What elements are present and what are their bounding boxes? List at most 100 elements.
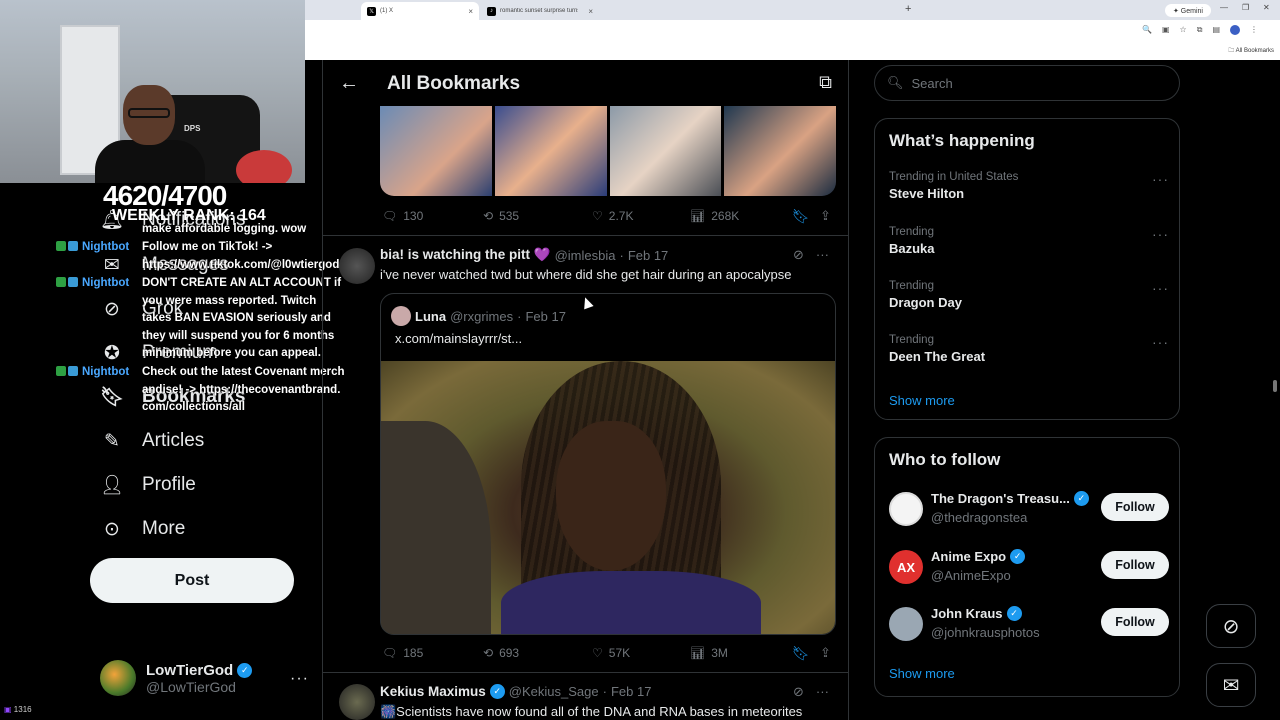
browser-tab-tiktok[interactable]: ♪ romantic sunset surprise turns... × — [481, 2, 599, 20]
trend-item[interactable]: Trending Deen The Great ··· — [889, 334, 1169, 364]
menu-icon[interactable]: ⋮ — [1250, 25, 1258, 35]
more-icon[interactable]: ··· — [816, 684, 829, 700]
chat-message: Nightbot Check out the latest Covenant m… — [56, 364, 346, 434]
toolbar-icons: 🔍 ▣ ☆ ⧉ ▤ ⋮ — [1142, 25, 1258, 35]
show-more-link[interactable]: Show more — [889, 666, 955, 681]
account-switcher[interactable]: LowTierGod ✓ @LowTierGod ··· — [100, 660, 308, 696]
tweet-media[interactable] — [380, 106, 836, 196]
verified-icon: ✓ — [1010, 549, 1026, 564]
verified-icon: ✓ — [237, 662, 253, 678]
more-icon[interactable]: ··· — [1152, 226, 1169, 242]
share-icon[interactable]: ⇪ — [820, 208, 831, 224]
like-button[interactable]: ♡ 57K — [592, 646, 630, 660]
bot-badge-icon — [68, 241, 78, 251]
media-image[interactable] — [724, 106, 836, 196]
mod-badge-icon — [56, 241, 66, 251]
more-circle-icon: ⊙ — [104, 518, 120, 540]
reply-icon: 🗨︎ — [382, 646, 398, 660]
back-arrow-icon[interactable]: ← — [339, 72, 359, 95]
divider — [323, 235, 848, 236]
avatar — [100, 660, 136, 696]
views-icon: 📊︎ — [690, 209, 706, 223]
zoom-icon[interactable]: 🔍 — [1142, 25, 1152, 35]
more-icon[interactable]: ··· — [816, 247, 829, 263]
gemini-button[interactable]: ✦ Gemini — [1165, 4, 1211, 17]
panel-title: Who to follow — [889, 450, 1001, 469]
trend-item[interactable]: Trending Dragon Day ··· — [889, 280, 1169, 310]
extensions-icon[interactable]: ⧉ — [1197, 25, 1203, 35]
profile-avatar-icon[interactable] — [1230, 25, 1240, 35]
new-tab-button[interactable]: + — [905, 3, 911, 15]
verified-icon: ✓ — [489, 684, 505, 699]
quote-header: Luna @rxgrimes · Feb 17 — [391, 306, 566, 326]
tweet-actions: 🗨︎ 185 ⟲ 693 ♡ 57K 📊︎ 3M 🔖︎ ⇪ — [380, 643, 836, 663]
nav-more[interactable]: ⊙ More — [100, 517, 185, 541]
nav-profile[interactable]: 👤︎ Profile — [100, 473, 196, 497]
maximize-icon[interactable]: ❐ — [1242, 3, 1249, 12]
bookmark-filled-icon[interactable]: 🔖︎ — [792, 645, 810, 662]
media-image[interactable] — [494, 106, 607, 196]
avatar[interactable] — [339, 248, 375, 284]
more-icon[interactable]: ··· — [290, 670, 309, 688]
avatar[interactable] — [339, 684, 375, 720]
views-button[interactable]: 📊︎ 268K — [690, 209, 739, 223]
bot-badge-icon — [68, 277, 78, 287]
reply-button[interactable]: 🗨︎ 185 — [382, 646, 423, 660]
follow-button[interactable]: Follow — [1101, 551, 1169, 579]
scrollbar[interactable] — [1273, 380, 1277, 392]
repost-icon: ⟲ — [483, 646, 494, 660]
person-icon: 👤︎ — [99, 475, 125, 496]
chat-message: Nightbot DON'T CREATE AN ALT ACCOUNT if … — [56, 275, 346, 363]
follow-suggestion[interactable]: John Kraus ✓ @johnkrausphotos Follow — [889, 605, 1169, 645]
grok-icon[interactable]: ⊘ — [793, 684, 804, 700]
all-bookmarks-folder[interactable]: 🗀 All Bookmarks — [1228, 46, 1274, 56]
more-icon[interactable]: ··· — [1152, 334, 1169, 350]
avatar — [889, 492, 923, 526]
webcam-chair-logo: DPS — [184, 124, 201, 133]
follow-suggestion[interactable]: AX Anime Expo ✓ @AnimeExpo Follow — [889, 548, 1169, 588]
media-image[interactable] — [609, 106, 722, 196]
star-icon[interactable]: ☆ — [1180, 25, 1187, 35]
search-icon: 🔍︎ — [887, 75, 904, 90]
close-tab-icon[interactable]: × — [588, 7, 593, 16]
cast-icon[interactable]: ▣ — [1162, 25, 1170, 35]
address-bar[interactable]: 🔍 ▣ ☆ ⧉ ▤ ⋮ — [305, 20, 1280, 42]
repost-button[interactable]: ⟲ 693 — [483, 646, 519, 660]
minimize-icon[interactable]: — — [1220, 3, 1228, 12]
verified-icon: ✓ — [1073, 491, 1089, 506]
trend-item[interactable]: Trending Bazuka ··· — [889, 226, 1169, 256]
follow-suggestion[interactable]: The Dragon's Treasu... ✓ @thedragonstea F… — [889, 490, 1169, 530]
tweet-header-actions: ⊘ ··· — [793, 247, 829, 263]
media-image[interactable] — [380, 106, 492, 196]
more-icon[interactable]: ··· — [1152, 280, 1169, 296]
quote-tweet[interactable]: Luna @rxgrimes · Feb 17 x.com/mainslayrr… — [380, 293, 836, 635]
browser-tab-x[interactable]: 𝕏 (1) X × — [361, 2, 479, 20]
grok-fab[interactable]: ⊘ — [1206, 604, 1256, 648]
follow-button[interactable]: Follow — [1101, 608, 1169, 636]
more-icon[interactable]: ··· — [1152, 171, 1169, 187]
reply-button[interactable]: 🗨︎ 130 — [382, 209, 423, 223]
close-tab-icon[interactable]: × — [468, 7, 473, 16]
follow-button[interactable]: Follow — [1101, 493, 1169, 521]
repost-icon: ⟲ — [483, 209, 494, 223]
tweet-header: Kekius Maximus ✓ @Kekius_Sage · Feb 17 — [380, 684, 652, 699]
mod-badge-icon — [56, 366, 66, 376]
repost-button[interactable]: ⟲ 535 — [483, 209, 519, 223]
search-input[interactable]: 🔍︎ Search — [874, 65, 1180, 101]
views-button[interactable]: 📊︎ 3M — [690, 646, 728, 660]
bookmark-filled-icon[interactable]: 🔖︎ — [792, 208, 810, 225]
add-bookmark-folder-icon[interactable]: ⧉ — [819, 72, 832, 93]
share-icon[interactable]: ⇪ — [820, 645, 831, 661]
grok-icon[interactable]: ⊘ — [793, 247, 804, 263]
trend-item[interactable]: Trending in United States Steve Hilton ·… — [889, 171, 1169, 201]
show-more-link[interactable]: Show more — [889, 393, 955, 408]
close-window-icon[interactable]: ✕ — [1263, 3, 1270, 12]
quote-image[interactable] — [381, 361, 835, 634]
tweet-header-actions: ⊘ ··· — [793, 684, 829, 700]
image-figure — [381, 421, 491, 634]
like-button[interactable]: ♡ 2.7K — [592, 209, 633, 223]
viewers-icon: ▣ — [4, 705, 12, 714]
post-button[interactable]: Post — [90, 558, 294, 603]
sidebar-icon[interactable]: ▤ — [1212, 25, 1220, 35]
messages-fab[interactable]: ✉ — [1206, 663, 1256, 707]
